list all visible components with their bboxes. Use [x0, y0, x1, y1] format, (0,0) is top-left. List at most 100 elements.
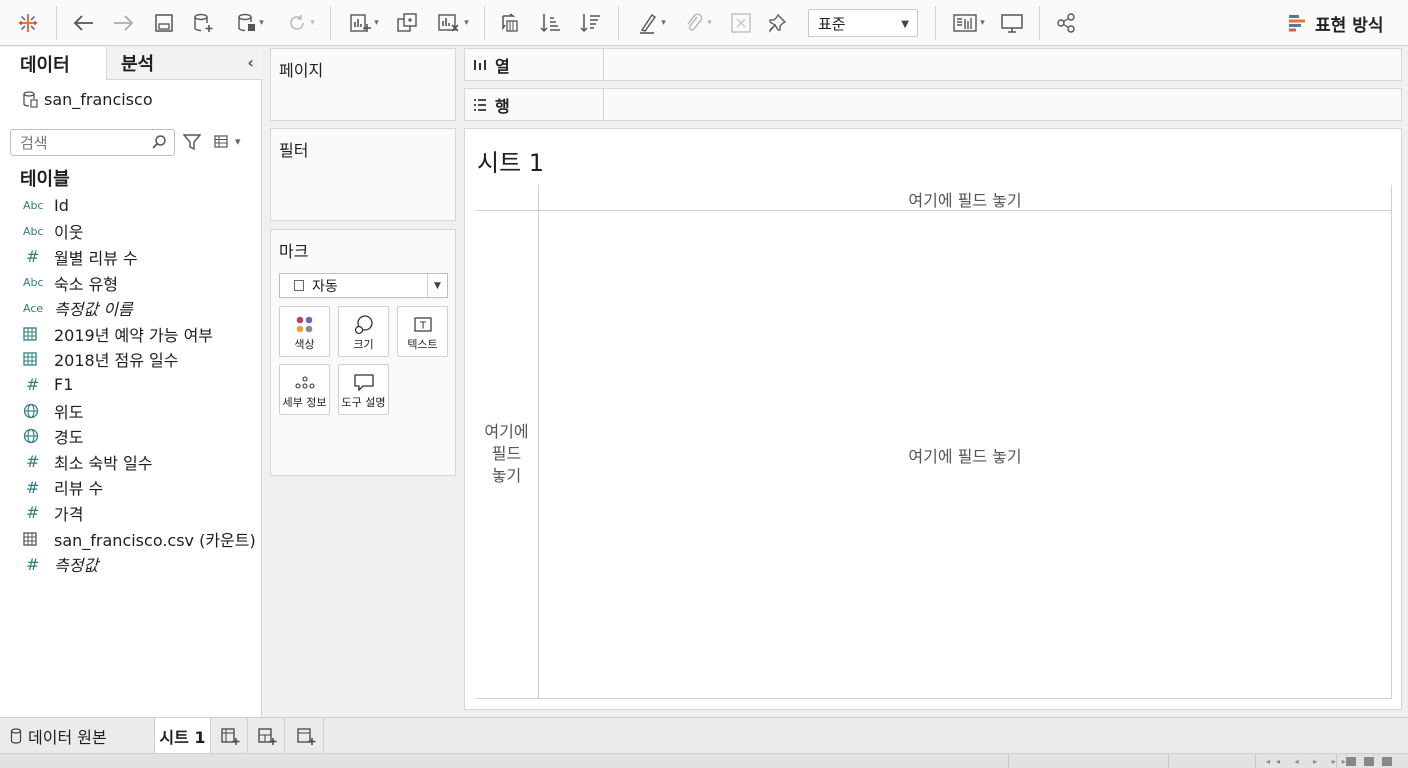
- show-cards-icon[interactable]: ▾: [948, 8, 990, 38]
- toolbar: ▾ ▾ ▾ ▾ ▾ ▾ 표준 ▼ ▾ 표현 방식: [0, 0, 1408, 46]
- search-box: [10, 129, 175, 156]
- new-datasource-icon[interactable]: [189, 8, 217, 38]
- string-type-icon: Abc: [23, 224, 44, 238]
- color-label: 색상: [294, 338, 315, 351]
- string-type-icon: Abc: [23, 199, 44, 213]
- redo-icon[interactable]: [109, 8, 137, 38]
- presentation-mode-icon[interactable]: [998, 8, 1026, 38]
- tabs-view-icon[interactable]: [1382, 757, 1392, 766]
- drop-zone-rows-line: 여기에: [484, 422, 529, 441]
- swap-rows-columns-icon[interactable]: [496, 8, 524, 38]
- detail-button[interactable]: 세부 정보: [279, 364, 330, 415]
- new-story-icon: [296, 727, 315, 745]
- datasource-item[interactable]: san_francisco: [22, 87, 153, 111]
- number-type-icon: #: [26, 247, 40, 267]
- rows-shelf-label: 행: [465, 89, 604, 120]
- sort-descending-icon[interactable]: [576, 8, 604, 38]
- field-item[interactable]: # 리뷰 수: [0, 475, 262, 501]
- color-button[interactable]: 색상: [279, 306, 330, 357]
- view-mode-icons[interactable]: [1346, 757, 1392, 766]
- field-item[interactable]: Abc Id: [0, 193, 262, 219]
- undo-icon[interactable]: [70, 8, 98, 38]
- sheet-nav-arrows-icon[interactable]: ◂◂ ◂ ▸ ▸▸: [1266, 757, 1352, 766]
- pin-icon[interactable]: [763, 8, 791, 38]
- filter-icon[interactable]: [183, 133, 201, 151]
- number-type-icon: #: [26, 503, 40, 523]
- collapse-pane-icon[interactable]: ‹: [247, 53, 254, 72]
- text-label: 텍스트: [407, 338, 438, 351]
- field-name: F1: [54, 375, 74, 395]
- mark-type-value: 자동: [312, 278, 338, 295]
- columns-icon: [474, 59, 486, 70]
- sheet-title[interactable]: 시트 1: [477, 143, 544, 178]
- field-item[interactable]: # 월별 리뷰 수: [0, 244, 262, 270]
- field-item[interactable]: san_francisco.csv (카운트): [0, 526, 262, 552]
- drop-zone-view[interactable]: 여기에 필드 놓기: [539, 443, 1391, 467]
- search-input[interactable]: [20, 133, 150, 152]
- new-worksheet-button[interactable]: [212, 718, 248, 753]
- tooltip-label: 도구 설명: [341, 396, 386, 409]
- string-type-icon: Ace: [23, 301, 44, 315]
- grid-view-icon[interactable]: [1346, 757, 1356, 766]
- field-name: 경도: [54, 428, 84, 448]
- duplicate-sheet-icon[interactable]: [393, 8, 421, 38]
- new-worksheet-icon[interactable]: ▾: [343, 8, 385, 38]
- field-item[interactable]: Abc 숙소 유형: [0, 270, 262, 296]
- tab-data[interactable]: 데이터: [0, 47, 106, 80]
- field-name: 최소 숙박 일수: [54, 453, 153, 473]
- mark-type-select[interactable]: 자동 ▼: [279, 273, 448, 298]
- show-me-button[interactable]: 표현 방식: [1288, 9, 1383, 37]
- field-item[interactable]: Ace 측정값 이름: [0, 295, 262, 321]
- field-item[interactable]: Abc 이웃: [0, 219, 262, 245]
- field-item[interactable]: 2019년 예약 가능 여부: [0, 321, 262, 347]
- filters-card[interactable]: 필터: [270, 128, 456, 221]
- pages-card[interactable]: 페이지: [270, 48, 456, 121]
- show-labels-icon[interactable]: [727, 8, 755, 38]
- share-icon[interactable]: [1052, 8, 1080, 38]
- field-item[interactable]: # F1: [0, 372, 262, 398]
- tableau-logo-icon[interactable]: [14, 8, 42, 38]
- rows-shelf[interactable]: 행: [464, 88, 1402, 121]
- field-item[interactable]: # 측정값: [0, 551, 262, 577]
- search-icon: [152, 135, 166, 149]
- drop-zone-rows[interactable]: 여기에 필드 놓기: [475, 421, 538, 487]
- field-item[interactable]: 2018년 점유 일수: [0, 347, 262, 373]
- tooltip-button[interactable]: 도구 설명: [338, 364, 389, 415]
- highlight-icon[interactable]: ▾: [632, 8, 672, 38]
- rows-label: 행: [495, 96, 510, 116]
- filmstrip-view-icon[interactable]: [1364, 757, 1374, 766]
- text-button[interactable]: T 텍스트: [397, 306, 448, 357]
- tooltip-icon: [339, 371, 388, 395]
- size-button[interactable]: 크기: [338, 306, 389, 357]
- field-item[interactable]: # 가격: [0, 500, 262, 526]
- tab-sheet-1[interactable]: 시트 1: [154, 718, 211, 753]
- calendar-type-icon: [0, 327, 54, 341]
- table-icon: [0, 531, 54, 546]
- clear-sheet-icon[interactable]: ▾: [431, 8, 475, 38]
- field-item[interactable]: # 최소 숙박 일수: [0, 449, 262, 475]
- tab-data-source[interactable]: 데이터 원본: [0, 718, 152, 753]
- tab-analytics[interactable]: 분석 ‹: [106, 47, 262, 80]
- field-name: Id: [54, 196, 69, 216]
- status-bar: ◂◂ ◂ ▸ ▸▸: [0, 753, 1408, 768]
- field-name: 월별 리뷰 수: [54, 248, 138, 268]
- refresh-icon[interactable]: ▾: [280, 8, 322, 38]
- show-me-icon: [1289, 15, 1305, 32]
- new-dashboard-button[interactable]: [249, 718, 285, 753]
- columns-shelf[interactable]: 열: [464, 48, 1402, 81]
- fit-select[interactable]: 표준 ▼: [808, 9, 918, 37]
- drop-zone-columns[interactable]: 여기에 필드 놓기: [539, 187, 1391, 211]
- divider: [1391, 185, 1392, 699]
- number-type-icon: #: [26, 452, 40, 472]
- sort-ascending-icon[interactable]: [536, 8, 564, 38]
- field-item[interactable]: 경도: [0, 423, 262, 449]
- svg-text:T: T: [418, 321, 426, 332]
- group-members-icon[interactable]: ▾: [678, 8, 718, 38]
- field-item[interactable]: 위도: [0, 398, 262, 424]
- save-icon[interactable]: [150, 8, 178, 38]
- divider: [475, 698, 1392, 699]
- view-options-button[interactable]: ▾: [214, 135, 241, 148]
- tables-heading: 테이블: [20, 169, 70, 190]
- new-story-button[interactable]: [288, 718, 324, 753]
- pause-updates-icon[interactable]: ▾: [228, 8, 272, 38]
